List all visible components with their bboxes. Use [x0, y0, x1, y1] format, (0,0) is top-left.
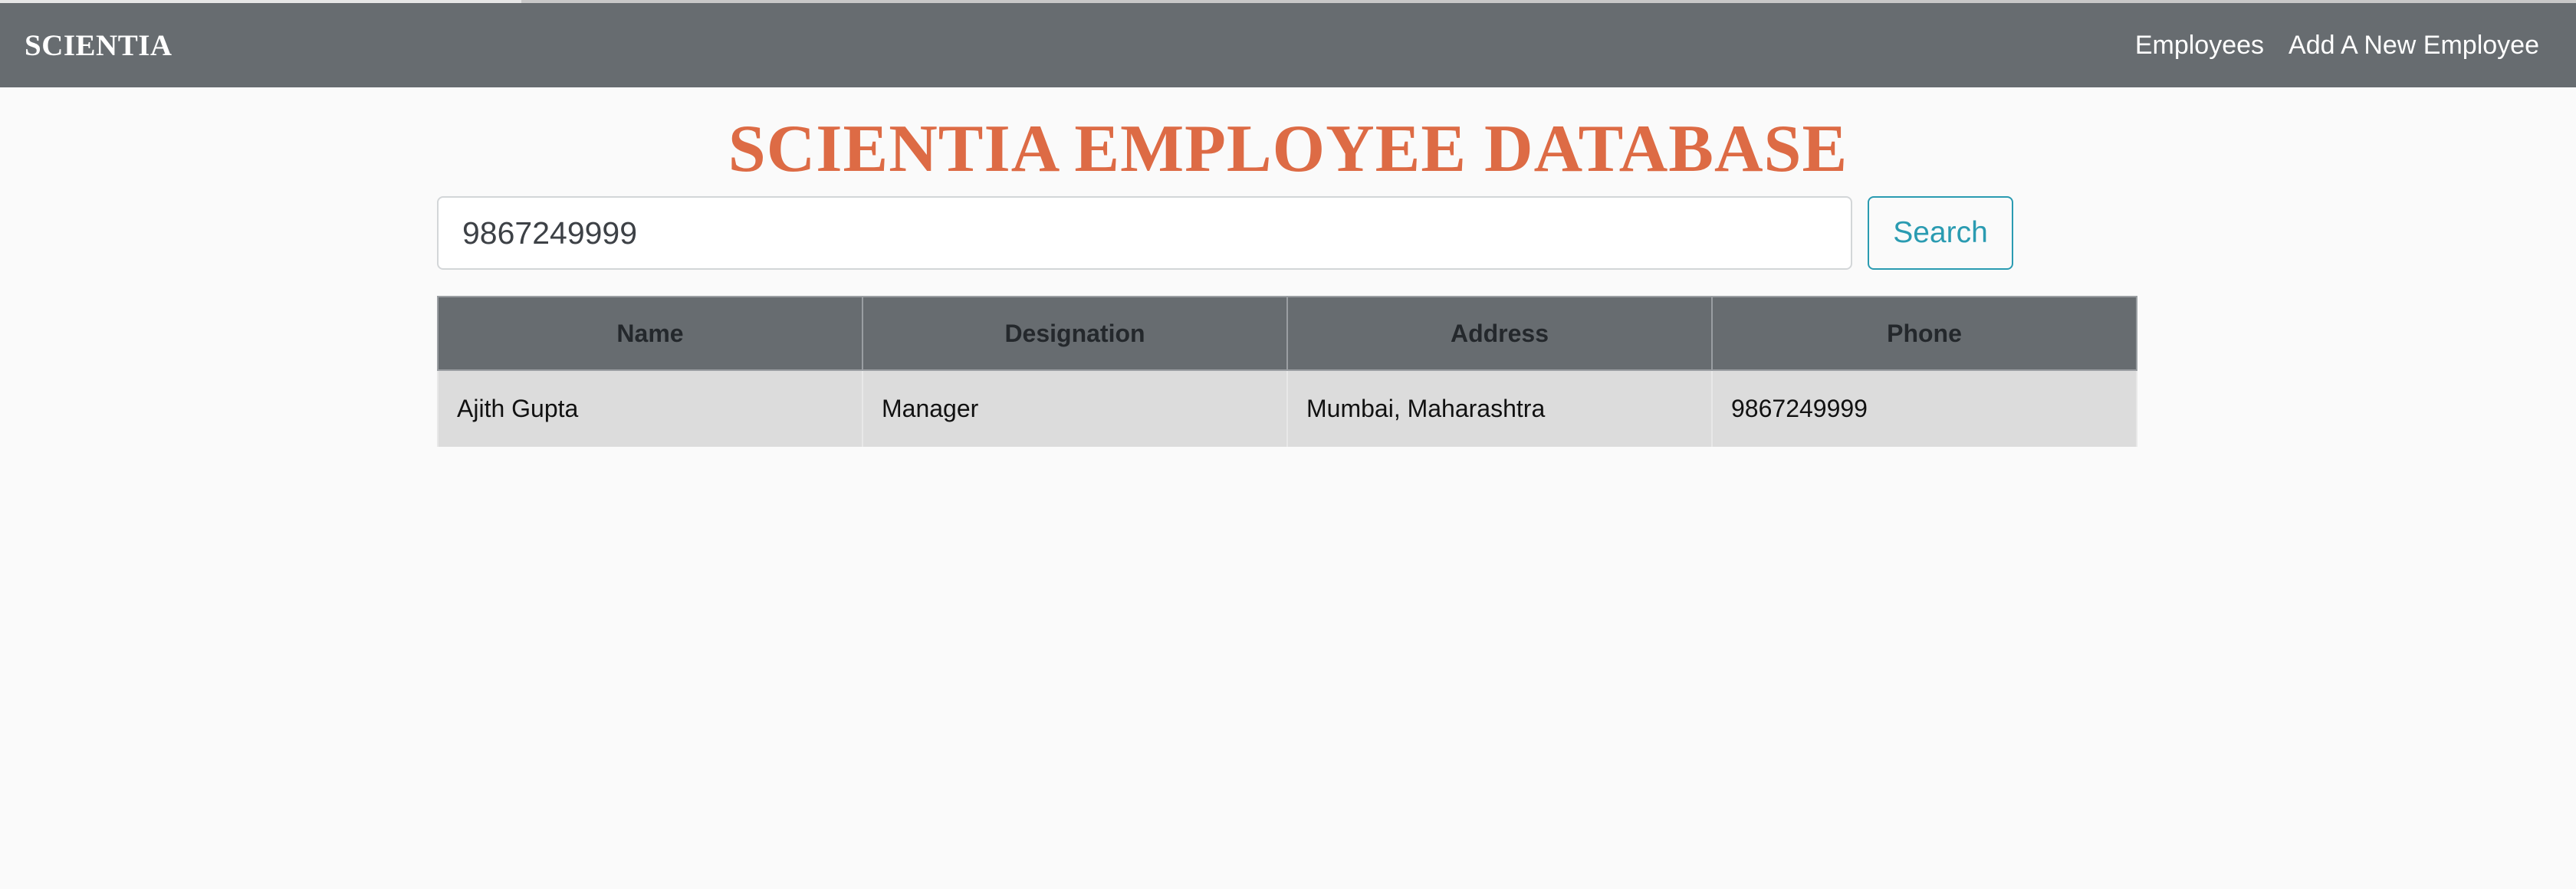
search-button[interactable]: Search [1868, 196, 2013, 270]
search-input[interactable] [437, 196, 1852, 270]
brand-logo[interactable]: SCIENTIA [25, 28, 172, 63]
employee-table: Name Designation Address Phone Ajith Gup… [437, 296, 2137, 447]
column-header-designation: Designation [862, 296, 1288, 371]
column-header-name: Name [437, 296, 863, 371]
page-title: SCIENTIA EMPLOYEE DATABASE [728, 112, 1848, 186]
cell-phone: 9867249999 [1711, 370, 2137, 447]
navbar: SCIENTIA Employees Add A New Employee [0, 3, 2576, 87]
table-header-row: Name Designation Address Phone [437, 296, 2137, 371]
nav-link-add-employee[interactable]: Add A New Employee [2288, 31, 2539, 61]
column-header-phone: Phone [1711, 296, 2137, 371]
cell-designation: Manager [862, 370, 1288, 447]
cell-name: Ajith Gupta [437, 370, 863, 447]
column-header-address: Address [1286, 296, 1713, 371]
table-row: Ajith Gupta Manager Mumbai, Maharashtra … [437, 370, 2137, 447]
nav-link-employees[interactable]: Employees [2135, 31, 2264, 61]
cell-address: Mumbai, Maharashtra [1286, 370, 1713, 447]
nav-links: Employees Add A New Employee [2111, 31, 2539, 61]
